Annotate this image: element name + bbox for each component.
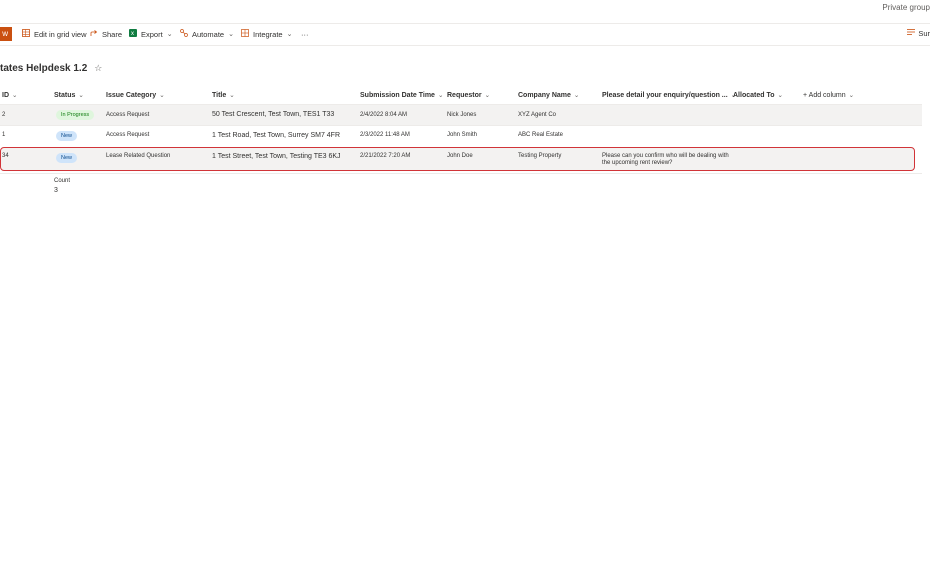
cell-id: 1 [2,132,6,138]
table-row-selected[interactable]: 34 New Lease Related Question 1 Test Str… [0,147,915,171]
automate-label: Automate [192,29,225,39]
add-column-button[interactable]: + Add column ⌄ [803,91,855,100]
share-button[interactable]: Share [90,28,122,40]
chevron-down-icon: ⌄ [228,31,234,38]
cell-submission: 2/21/2022 7:20 AM [360,153,411,159]
integrate-button[interactable]: Integrate ⌄ [241,28,292,40]
new-button[interactable]: w [0,27,12,41]
divider [0,173,922,174]
chevron-down-icon: ⌄ [848,92,855,99]
summary-label: Sur [918,28,930,38]
table-row[interactable]: 2 In Progress Access Request 50 Test Cre… [0,105,922,125]
chevron-down-icon: ⌄ [573,92,580,99]
column-header-label: Title [212,91,227,99]
column-header-label: ID [2,91,9,99]
excel-icon: x [129,29,137,39]
chevron-down-icon: ⌄ [484,92,491,99]
summary-button[interactable]: Sur [907,28,930,38]
cell-company: Testing Property [518,153,562,159]
column-header-label: Submission Date Time [360,91,435,99]
svg-text:x: x [131,31,134,37]
add-column-label: + Add column [803,91,846,99]
status-badge: New [56,153,78,163]
list-title: tates Helpdesk 1.2 ☆ [0,63,102,74]
cell-title[interactable]: 50 Test Crescent, Test Town, TES1 T33 [212,111,334,118]
chevron-down-icon: ⌄ [12,92,18,99]
chevron-down-icon: ⌄ [777,92,783,99]
cell-requestor: John Doe [447,153,473,159]
integrate-icon [241,29,249,39]
ellipsis-icon: ··· [301,29,309,39]
column-header-label: Please detail your enquiry/question ... [602,91,728,99]
column-header-label: Issue Category [106,91,157,99]
cell-title[interactable]: 1 Test Road, Test Town, Surrey SM7 4FR [212,132,340,139]
privacy-label: Private group [882,3,930,12]
star-icon[interactable]: ☆ [94,63,102,74]
chevron-down-icon: ⌄ [159,92,165,99]
column-header-label: Company Name [518,91,571,99]
cell-enquiry: Please can you confirm who will be deali… [602,153,729,166]
edit-grid-button[interactable]: Edit in grid view [22,28,87,40]
cell-company: ABC Real Estate [518,132,564,138]
cell-submission: 2/3/2022 11:48 AM [360,132,410,138]
column-header-id[interactable]: ID ⌄ [2,91,18,100]
column-header-label: Allocated To [733,91,775,99]
count-value: 3 [54,187,58,194]
column-header-company[interactable]: Company Name ⌄ [518,91,580,100]
top-bar: Private group [0,0,930,24]
count-label: Count [54,178,71,184]
cell-id: 34 [2,153,9,159]
automate-icon [180,29,188,39]
grid-icon [22,29,30,39]
column-header-status[interactable]: Status ⌄ [54,91,84,100]
more-options-button[interactable]: ··· [301,28,309,40]
chevron-down-icon: ⌄ [78,92,84,99]
cell-submission: 2/4/2022 8:04 AM [360,112,408,118]
table-row[interactable]: 1 New Access Request 1 Test Road, Test T… [0,126,922,146]
cell-issue-category: Access Request [106,112,150,118]
cell-id: 2 [2,112,6,118]
cell-requestor: John Smith [447,132,478,138]
column-header-label: Status [54,91,76,99]
command-bar: w Edit in grid view Share x Export ⌄ Aut… [0,23,930,46]
column-header-requestor[interactable]: Requestor ⌄ [447,91,491,100]
share-label: Share [102,29,123,39]
status-badge: In Progress [56,110,95,120]
integrate-label: Integrate [253,29,283,39]
status-badge: New [56,131,78,141]
share-icon [90,29,98,39]
chevron-down-icon: ⌄ [437,92,444,99]
column-header-label: Requestor [447,91,482,99]
chevron-down-icon: ⌄ [166,31,173,38]
cell-requestor: Nick Jones [447,112,477,118]
column-header-allocated-to[interactable]: Allocated To ⌄ [733,91,783,100]
list-title-text: tates Helpdesk 1.2 [0,63,88,74]
cell-company: XYZ Agent Co [518,112,557,118]
cell-title[interactable]: 1 Test Street, Test Town, Testing TE3 6K… [212,153,341,160]
cell-issue-category: Access Request [106,132,150,138]
column-header-issue-category[interactable]: Issue Category ⌄ [106,91,165,100]
edit-grid-label: Edit in grid view [34,29,87,39]
chevron-down-icon: ⌄ [229,92,235,99]
export-button[interactable]: x Export ⌄ [129,28,173,40]
cell-issue-category: Lease Related Question [106,153,171,159]
list-view-icon [907,28,916,38]
column-header-enquiry[interactable]: Please detail your enquiry/question ... ⌄ [602,91,736,100]
export-label: Export [141,29,163,39]
chevron-down-icon: ⌄ [286,31,293,38]
column-header-submission-date[interactable]: Submission Date Time ⌄ [360,91,444,100]
column-header-title[interactable]: Title ⌄ [212,91,235,100]
automate-button[interactable]: Automate ⌄ [180,28,234,40]
